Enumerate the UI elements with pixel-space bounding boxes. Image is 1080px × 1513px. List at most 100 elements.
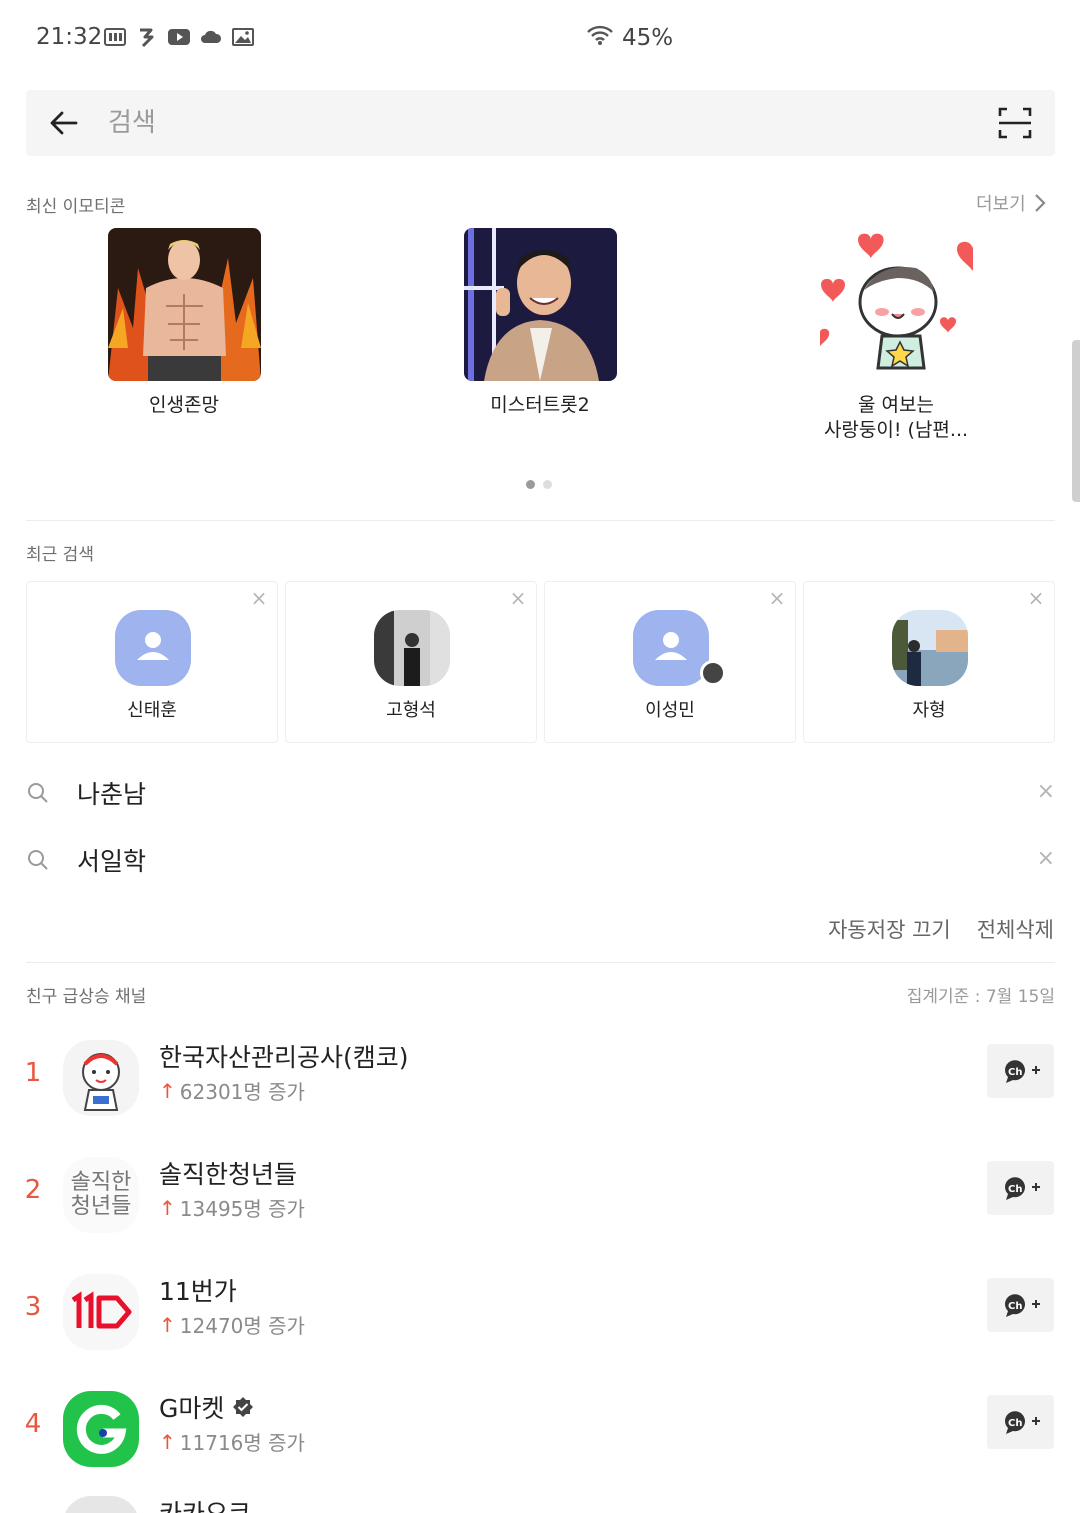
close-icon[interactable]: ×: [767, 588, 787, 608]
emoticon-item[interactable]: 울 여보는 사랑둥이! (남편...: [776, 228, 1016, 443]
search-input[interactable]: [108, 102, 968, 144]
add-channel-button[interactable]: Ch: [987, 1395, 1054, 1449]
autosave-off-button[interactable]: 자동저장 끄기: [828, 914, 951, 944]
recent-profile-card[interactable]: × 고형석: [285, 581, 537, 743]
divider: [26, 520, 1055, 521]
aggregation-basis: 집계기준 : 7월 15일: [906, 987, 1055, 1007]
recent-query-row[interactable]: 나춘남 ×: [26, 773, 1055, 813]
emoticon-label: 인생존망: [149, 394, 219, 416]
qiyi-app-icon: [104, 26, 126, 48]
svg-text:Ch: Ch: [1008, 1184, 1022, 1195]
channel-increase: ↑ 13495명 증가: [159, 1193, 305, 1222]
battery-level: 45%: [622, 25, 674, 51]
channel-logo: [63, 1274, 139, 1350]
profile-photo: [892, 610, 968, 686]
channel-name: 카카오코: [159, 1494, 251, 1513]
scroll-handle[interactable]: [1072, 340, 1080, 502]
channel-name-text: G마켓: [159, 1394, 225, 1423]
channel-logo-text: 청년들: [70, 1194, 132, 1219]
channel-row[interactable]: 1 한국자산관리공사(캠코) ↑ 62301명 증가 Ch: [0, 1034, 1080, 1124]
profile-name: 고형석: [386, 700, 436, 721]
channel-row[interactable]: 3 11번가 ↑ 12470명 증가 Ch: [0, 1268, 1080, 1358]
close-icon[interactable]: ×: [1026, 588, 1046, 608]
close-icon[interactable]: ×: [508, 588, 528, 608]
recent-query-row[interactable]: 서일학 ×: [26, 840, 1055, 880]
close-icon[interactable]: ×: [1037, 779, 1055, 804]
wifi-icon: [586, 24, 614, 52]
youtube-icon: [168, 26, 190, 48]
recent-query-text: 나춘남: [77, 780, 147, 809]
emoticon-item[interactable]: 미스터트롯2: [420, 228, 660, 418]
channel-rank: 1: [24, 1058, 42, 1088]
emoticon-thumbnail: [819, 228, 973, 381]
channel-increase: ↑ 11716명 증가: [159, 1427, 305, 1456]
close-icon[interactable]: ×: [1037, 846, 1055, 871]
divider: [26, 962, 1055, 963]
profile-photo: [374, 610, 450, 686]
profile-name: 신태훈: [127, 700, 177, 721]
emoticon-thumbnail: [463, 228, 617, 381]
arrow-up-icon: ↑: [159, 1312, 176, 1337]
channel-increase: ↑ 12470명 증가: [159, 1310, 305, 1339]
channel-row[interactable]: 카카오코: [0, 1490, 1080, 1513]
cloud-icon: [200, 26, 222, 48]
delete-all-button[interactable]: 전체삭제: [977, 914, 1054, 944]
channel-add-icon: Ch: [1004, 1411, 1040, 1434]
increase-text: 12470명 증가: [179, 1314, 305, 1338]
emoticon-item[interactable]: 인생존망: [64, 228, 304, 418]
search-icon: [26, 781, 50, 805]
page-dot-active: [526, 480, 535, 489]
add-channel-button[interactable]: Ch: [987, 1161, 1054, 1215]
emoticon-thumbnail: [107, 228, 261, 381]
emoticons-section-title: 최신 이모티콘: [26, 197, 126, 217]
recent-profile-card[interactable]: × 이성민: [544, 581, 796, 743]
emoticon-label: 미스터트롯2: [490, 394, 590, 416]
profile-name: 이성민: [645, 700, 695, 721]
gallery-icon: [232, 26, 254, 48]
svg-text:Ch: Ch: [1008, 1301, 1022, 1312]
channel-name: 솔직한청년들: [159, 1160, 298, 1189]
channel-logo: 솔직한 청년들: [63, 1157, 139, 1233]
emoticon-label: 울 여보는 사랑둥이! (남편...: [776, 393, 1016, 443]
search-icon: [26, 848, 50, 872]
channel-name: G마켓: [159, 1389, 254, 1425]
recent-profile-card[interactable]: × 자형: [803, 581, 1055, 743]
channel-row[interactable]: 4 G마켓 ↑ 11716명 증가 Ch: [0, 1385, 1080, 1475]
channel-add-icon: Ch: [1004, 1294, 1040, 1317]
channel-row[interactable]: 2 솔직한 청년들 솔직한청년들 ↑ 13495명 증가 Ch: [0, 1151, 1080, 1241]
status-notification-icons: [104, 26, 254, 48]
emoticon-label-line2: 사랑둥이! (남편...: [823, 419, 969, 441]
increase-text: 13495명 증가: [179, 1197, 305, 1221]
increase-text: 11716명 증가: [179, 1431, 305, 1455]
recent-actions: 자동저장 끄기 전체삭제: [828, 914, 1054, 944]
channel-logo: [63, 1496, 139, 1513]
recent-profile-card[interactable]: × 신태훈: [26, 581, 278, 743]
channel-logo-text: 솔직한: [70, 1170, 132, 1195]
default-avatar: [115, 610, 191, 686]
page-dot: [543, 480, 552, 489]
status-bar: 21:32 45%: [0, 0, 1080, 76]
channel-rank: 2: [24, 1175, 42, 1205]
add-channel-button[interactable]: Ch: [987, 1044, 1054, 1098]
channel-add-icon: Ch: [1004, 1177, 1040, 1200]
profile-name: 자형: [912, 700, 946, 721]
add-channel-button[interactable]: Ch: [987, 1278, 1054, 1332]
chevron-right-icon: [1034, 194, 1046, 212]
status-right: 45%: [586, 24, 673, 52]
channel-logo: [63, 1040, 139, 1116]
status-time: 21:32: [36, 24, 103, 50]
channel-increase: ↑ 62301명 증가: [159, 1076, 305, 1105]
close-icon[interactable]: ×: [249, 588, 269, 608]
svg-text:Ch: Ch: [1008, 1418, 1022, 1429]
arrow-up-icon: ↑: [159, 1195, 176, 1220]
scan-code-icon[interactable]: [998, 106, 1032, 140]
verified-badge-icon: [233, 1397, 254, 1417]
increase-text: 62301명 증가: [179, 1080, 305, 1104]
arrow-up-icon: ↑: [159, 1429, 176, 1454]
svg-text:Ch: Ch: [1008, 1067, 1022, 1078]
recent-query-text: 서일학: [77, 847, 147, 876]
channel-rank: 3: [24, 1292, 42, 1322]
emoticons-more-link[interactable]: 더보기: [976, 190, 1046, 216]
emoticon-label-line1: 울 여보는: [858, 394, 934, 416]
back-arrow-icon[interactable]: [48, 107, 80, 139]
